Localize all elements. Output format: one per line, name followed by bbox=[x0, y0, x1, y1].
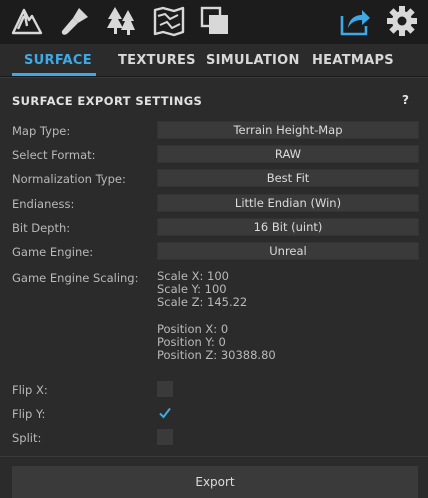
top-toolbar bbox=[0, 0, 428, 44]
game-engine-dropdown[interactable]: Unreal bbox=[157, 242, 419, 260]
split-checkbox[interactable] bbox=[157, 429, 173, 445]
flip-x-label: Flip X: bbox=[12, 383, 48, 397]
tab-simulation[interactable]: SIMULATION bbox=[206, 53, 300, 68]
help-button[interactable]: ? bbox=[402, 93, 409, 107]
scale-z-value: Scale Z: 145.22 bbox=[157, 295, 248, 309]
layers-copy-icon[interactable] bbox=[198, 4, 232, 38]
checkmark-icon bbox=[159, 407, 171, 419]
game-engine-scaling-label: Game Engine Scaling: bbox=[12, 271, 139, 285]
normalization-type-label: Normalization Type: bbox=[12, 172, 126, 186]
settings-gear-icon[interactable] bbox=[385, 4, 419, 38]
forest-trees-icon[interactable] bbox=[104, 4, 138, 38]
map-type-dropdown[interactable]: Terrain Height-Map bbox=[157, 121, 419, 139]
tab-surface[interactable]: SURFACE bbox=[24, 53, 92, 68]
brush-icon[interactable] bbox=[58, 4, 92, 38]
active-tab-indicator bbox=[12, 73, 96, 76]
export-share-icon[interactable] bbox=[338, 4, 372, 38]
export-button[interactable]: Export bbox=[12, 466, 418, 498]
divider bbox=[0, 77, 428, 78]
tab-bar: SURFACE TEXTURES SIMULATION HEATMAPS bbox=[0, 44, 428, 77]
flip-x-checkbox[interactable] bbox=[157, 381, 173, 397]
split-label: Split: bbox=[12, 431, 42, 445]
divider bbox=[0, 456, 428, 457]
endianess-label: Endianess: bbox=[12, 197, 75, 211]
flip-y-checkbox[interactable] bbox=[157, 405, 173, 421]
terrain-mountain-icon[interactable] bbox=[10, 4, 44, 38]
bit-depth-dropdown[interactable]: 16 Bit (uint) bbox=[157, 218, 419, 236]
endianess-dropdown[interactable]: Little Endian (Win) bbox=[157, 194, 419, 212]
bit-depth-label: Bit Depth: bbox=[12, 221, 71, 235]
flip-y-label: Flip Y: bbox=[12, 407, 46, 421]
section-title: SURFACE EXPORT SETTINGS bbox=[12, 94, 203, 108]
game-engine-label: Game Engine: bbox=[12, 245, 94, 259]
select-format-dropdown[interactable]: RAW bbox=[157, 145, 419, 163]
map-icon[interactable] bbox=[152, 4, 186, 38]
normalization-type-dropdown[interactable]: Best Fit bbox=[157, 169, 419, 187]
tab-heatmaps[interactable]: HEATMAPS bbox=[312, 53, 394, 68]
tab-textures[interactable]: TEXTURES bbox=[118, 53, 196, 68]
position-z-value: Position Z: 30388.80 bbox=[157, 348, 276, 362]
map-type-label: Map Type: bbox=[12, 124, 71, 138]
select-format-label: Select Format: bbox=[12, 148, 96, 162]
